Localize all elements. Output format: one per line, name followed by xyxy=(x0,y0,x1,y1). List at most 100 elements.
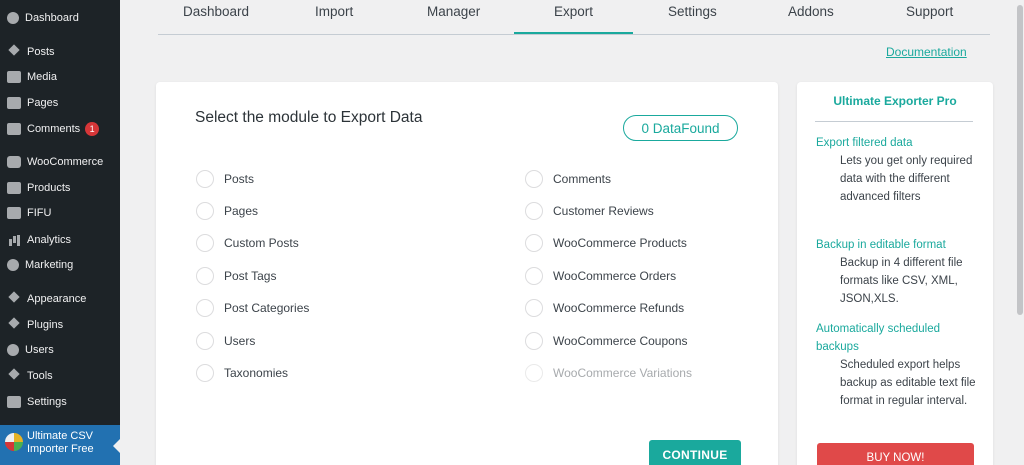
option-label: Pages xyxy=(224,204,259,218)
sidebar-item-label: FIFU xyxy=(27,207,52,219)
sidebar-item-label: Marketing xyxy=(25,259,74,271)
option-label: WooCommerce Products xyxy=(553,236,687,250)
option-woocommerce-refunds[interactable]: WooCommerce Refunds xyxy=(525,299,684,317)
tab-export[interactable]: Export xyxy=(554,4,593,19)
option-post-categories[interactable]: Post Categories xyxy=(196,299,309,317)
sidebar-item-pages[interactable]: Pages xyxy=(0,91,120,115)
sidebar-item-dashboard[interactable]: Dashboard xyxy=(0,6,120,30)
sidebar-item-analytics[interactable]: Analytics xyxy=(0,228,120,252)
buy-now-button[interactable]: BUY NOW! xyxy=(817,443,974,465)
sidebar-item-ultimate-csv[interactable]: Ultimate CSV Importer Free xyxy=(0,425,120,465)
divider xyxy=(815,121,973,122)
option-taxonomies[interactable]: Taxonomies xyxy=(196,364,288,382)
option-posts[interactable]: Posts xyxy=(196,170,254,188)
comment-icon xyxy=(7,123,21,135)
sidebar-item-label: Posts xyxy=(27,46,55,58)
option-custom-posts[interactable]: Custom Posts xyxy=(196,234,299,252)
export-title: Select the module to Export Data xyxy=(195,109,423,126)
comment-count-badge: 1 xyxy=(85,122,100,136)
sidebar-item-settings[interactable]: Settings xyxy=(0,390,120,414)
pages-icon xyxy=(7,97,21,109)
sidebar-item-media[interactable]: Media xyxy=(0,65,120,89)
option-comments[interactable]: Comments xyxy=(525,170,611,188)
sidebar-item-label: WooCommerce xyxy=(27,156,104,168)
sidebar-item-tools[interactable]: Tools xyxy=(0,364,120,388)
radio-icon[interactable] xyxy=(196,170,214,188)
tab-dashboard[interactable]: Dashboard xyxy=(183,4,249,19)
scrollbar-thumb[interactable] xyxy=(1017,5,1023,315)
radio-icon[interactable] xyxy=(525,299,543,317)
sidebar-item-posts[interactable]: Posts xyxy=(0,40,120,64)
sidebar-item-label: Pages xyxy=(27,97,59,109)
tab-support[interactable]: Support xyxy=(906,4,953,19)
option-label: WooCommerce Orders xyxy=(553,269,677,283)
tab-manager[interactable]: Manager xyxy=(427,4,480,19)
sidebar-item-label: Tools xyxy=(27,370,53,382)
sidebar-item-users[interactable]: Users xyxy=(0,338,120,362)
option-post-tags[interactable]: Post Tags xyxy=(196,267,276,285)
sidebar-item-products[interactable]: Products xyxy=(0,176,120,200)
page-scrollbar[interactable] xyxy=(1016,0,1024,465)
woo-icon xyxy=(7,156,21,168)
sidebar-item-appearance[interactable]: Appearance xyxy=(0,287,120,311)
radio-icon[interactable] xyxy=(196,364,214,382)
tab-import[interactable]: Import xyxy=(315,4,353,19)
sidebar-item-label: Media xyxy=(27,71,57,83)
tab-settings[interactable]: Settings xyxy=(668,4,717,19)
feature-description: Backup in 4 different file formats like … xyxy=(840,257,963,305)
radio-icon[interactable] xyxy=(196,332,214,350)
sidebar-item-label: Plugins xyxy=(27,319,64,331)
radio-icon[interactable] xyxy=(196,202,214,220)
option-label: WooCommerce Coupons xyxy=(553,334,688,348)
option-woocommerce-products[interactable]: WooCommerce Products xyxy=(525,234,687,252)
radio-icon[interactable] xyxy=(525,202,543,220)
admin-sidebar: Dashboard Posts Media Pages Comments 1 W… xyxy=(0,0,120,465)
wrench-icon xyxy=(7,370,21,382)
sidebar-item-marketing[interactable]: Marketing xyxy=(0,253,120,277)
radio-icon[interactable] xyxy=(196,267,214,285)
megaphone-icon xyxy=(7,259,19,271)
option-label: Post Categories xyxy=(224,301,310,315)
sidebar-item-label: Appearance xyxy=(27,293,87,305)
fifu-icon xyxy=(7,207,21,219)
option-label: WooCommerce Refunds xyxy=(553,301,685,315)
analytics-icon xyxy=(7,234,21,246)
radio-icon[interactable] xyxy=(525,234,543,252)
option-customer-reviews[interactable]: Customer Reviews xyxy=(525,202,654,220)
export-module-card: Select the module to Export Data 0 DataF… xyxy=(156,82,778,465)
sidebar-active-label-line2: Importer Free xyxy=(27,443,94,455)
sidebar-item-woocommerce[interactable]: WooCommerce xyxy=(0,150,120,174)
dashboard-icon xyxy=(7,12,19,24)
option-woocommerce-variations: WooCommerce Variations xyxy=(525,364,692,382)
option-label: Users xyxy=(224,334,256,348)
pro-title: Ultimate Exporter Pro xyxy=(833,94,957,108)
brush-icon xyxy=(7,293,21,305)
documentation-link[interactable]: Documentation xyxy=(886,45,967,59)
sidebar-item-fifu[interactable]: FIFU xyxy=(0,201,120,225)
radio-icon[interactable] xyxy=(525,267,543,285)
products-icon xyxy=(7,182,21,194)
sidebar-item-plugins[interactable]: Plugins xyxy=(0,313,120,337)
continue-button[interactable]: CONTINUE xyxy=(649,440,741,465)
radio-icon[interactable] xyxy=(525,332,543,350)
plugin-tabs: Dashboard Import Manager Export Settings… xyxy=(158,0,990,35)
option-woocommerce-coupons[interactable]: WooCommerce Coupons xyxy=(525,332,688,350)
option-label: WooCommerce Variations xyxy=(553,366,692,380)
option-pages[interactable]: Pages xyxy=(196,202,258,220)
radio-icon[interactable] xyxy=(525,170,543,188)
option-users[interactable]: Users xyxy=(196,332,255,350)
sidebar-item-label: Products xyxy=(27,182,71,194)
sidebar-item-label: Settings xyxy=(27,396,67,408)
plug-icon xyxy=(7,319,21,331)
option-label: Comments xyxy=(553,172,612,186)
option-label: Taxonomies xyxy=(224,366,289,380)
option-woocommerce-orders[interactable]: WooCommerce Orders xyxy=(525,267,676,285)
radio-icon[interactable] xyxy=(196,234,214,252)
tab-addons[interactable]: Addons xyxy=(788,4,834,19)
sidebar-active-label-line1: Ultimate CSV xyxy=(27,430,94,442)
media-icon xyxy=(7,71,21,83)
feature-heading: Export filtered data xyxy=(816,137,913,149)
sidebar-item-comments[interactable]: Comments 1 xyxy=(0,117,120,141)
active-tab-indicator xyxy=(514,32,633,34)
radio-icon[interactable] xyxy=(196,299,214,317)
